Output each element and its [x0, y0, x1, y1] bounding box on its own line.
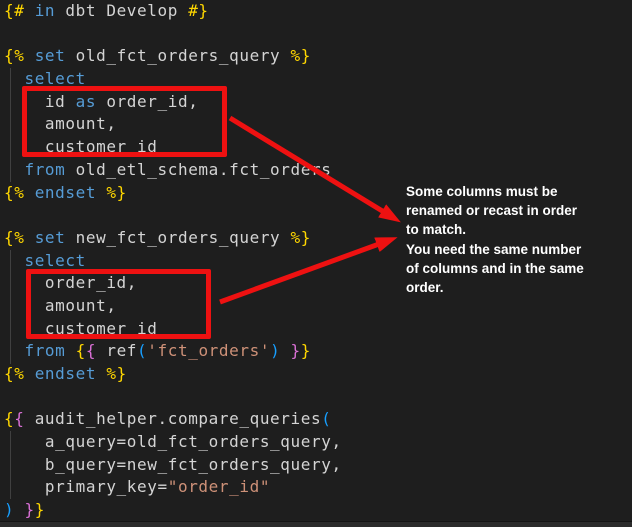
code-token: {: [14, 409, 24, 428]
code-token: old_fct_orders_query: [65, 46, 290, 65]
code-line[interactable]: {# in dbt Develop #}: [4, 0, 632, 23]
code-token: in: [35, 1, 55, 20]
indent-guide: [10, 431, 11, 499]
indent-guide: [10, 68, 11, 182]
code-token: }: [301, 341, 311, 360]
code-token: {%: [4, 183, 35, 202]
code-token: (: [321, 409, 331, 428]
code-line[interactable]: {% endset %}: [4, 363, 632, 386]
screenshot-root: {# in dbt Develop #} {% set old_fct_orde…: [0, 0, 632, 527]
code-token: {%: [4, 228, 35, 247]
code-token: {%: [4, 364, 35, 383]
code-line[interactable]: {% set old_fct_orders_query %}: [4, 45, 632, 68]
annotation-note-line: of columns and in the same: [406, 259, 606, 278]
code-token: #}: [188, 1, 208, 20]
code-token: %}: [291, 46, 311, 65]
code-token: [4, 69, 24, 88]
code-token: new_fct_orders_query: [65, 228, 290, 247]
code-token: [4, 160, 24, 179]
code-token: old_etl_schema.fct_orders: [65, 160, 331, 179]
code-token: }: [291, 341, 301, 360]
code-token: from: [24, 341, 65, 360]
code-line[interactable]: [4, 23, 632, 46]
annotation-note-line: renamed or recast in order: [406, 201, 606, 220]
code-line[interactable]: {{ audit_helper.compare_queries(: [4, 408, 632, 431]
annotation-note-line: Some columns must be: [406, 182, 606, 201]
code-token: a_query=old_fct_orders_query,: [4, 432, 342, 451]
code-line[interactable]: primary_key="order_id": [4, 476, 632, 499]
highlight-box-new-select-columns: [26, 269, 211, 339]
code-token: dbt Develop: [55, 1, 188, 20]
code-line[interactable]: from {{ ref('fct_orders') }}: [4, 340, 632, 363]
code-token: {%: [4, 46, 35, 65]
code-token: audit_helper.compare_queries: [24, 409, 321, 428]
code-token: ): [4, 500, 14, 519]
code-token: endset: [35, 364, 96, 383]
code-token: %}: [96, 183, 127, 202]
code-token: {#: [4, 1, 35, 20]
code-line[interactable]: from old_etl_schema.fct_orders: [4, 159, 632, 182]
code-token: {: [4, 409, 14, 428]
code-token: 'fct_orders': [147, 341, 270, 360]
code-token: b_query=new_fct_orders_query,: [4, 455, 342, 474]
code-token: [4, 251, 24, 270]
annotation-note-line: You need the same number: [406, 240, 606, 259]
code-token: endset: [35, 183, 96, 202]
code-line[interactable]: b_query=new_fct_orders_query,: [4, 454, 632, 477]
bottom-highlight-bar: [0, 521, 632, 527]
code-token: set: [35, 228, 66, 247]
indent-guide: [10, 250, 11, 364]
annotation-note-line: order.: [406, 278, 606, 297]
code-token: %}: [291, 228, 311, 247]
code-line[interactable]: ) }}: [4, 499, 632, 522]
code-line[interactable]: a_query=old_fct_orders_query,: [4, 431, 632, 454]
code-token: select: [24, 251, 85, 270]
annotation-note-line: to match.: [406, 220, 606, 239]
code-token: "order_id": [168, 477, 270, 496]
code-token: from: [24, 160, 65, 179]
code-token: }: [24, 500, 34, 519]
code-token: ): [270, 341, 280, 360]
highlight-box-old-select-columns: [22, 86, 227, 157]
code-token: [65, 341, 75, 360]
code-token: [280, 341, 290, 360]
code-token: ref: [96, 341, 137, 360]
code-token: }: [35, 500, 45, 519]
code-token: [14, 500, 24, 519]
code-token: primary_key=: [4, 477, 168, 496]
code-token: set: [35, 46, 66, 65]
code-token: [4, 341, 24, 360]
code-token: {: [86, 341, 96, 360]
code-token: {: [76, 341, 86, 360]
code-line[interactable]: [4, 386, 632, 409]
code-token: %}: [96, 364, 127, 383]
annotation-note: Some columns must berenamed or recast in…: [406, 182, 606, 297]
code-token: (: [137, 341, 147, 360]
